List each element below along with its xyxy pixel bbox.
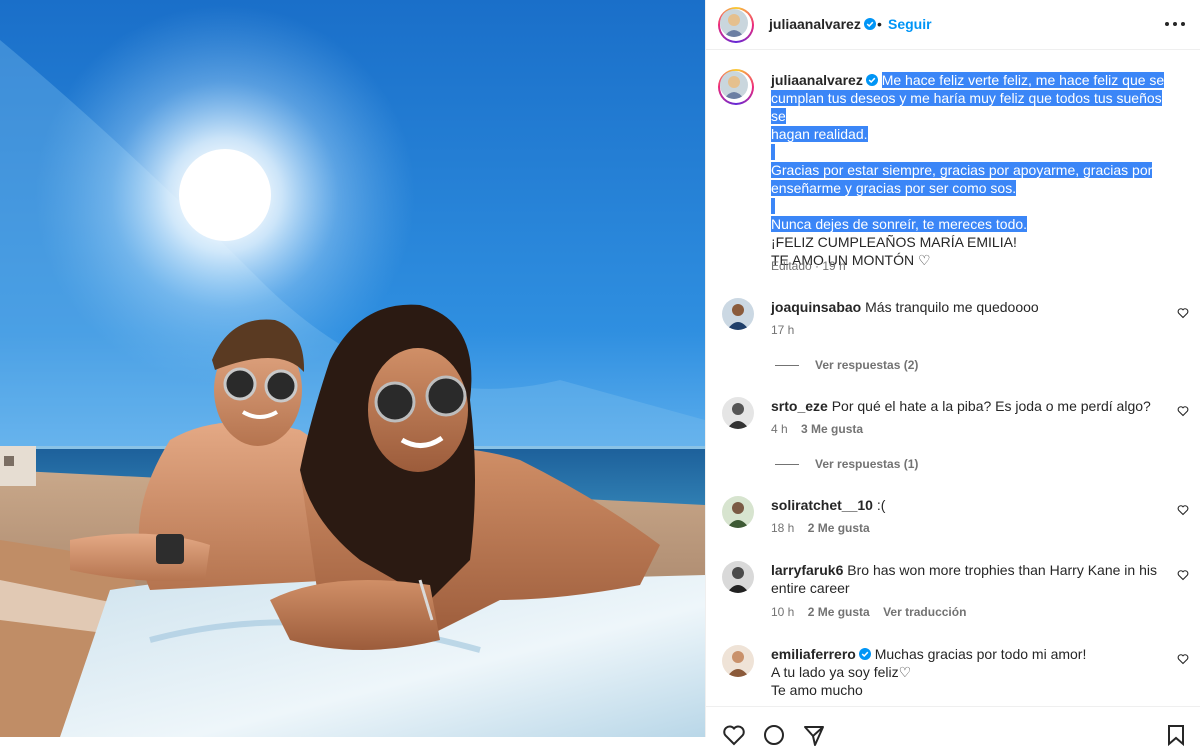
comment-text: Muchas gracias por todo mi amor! bbox=[874, 646, 1087, 662]
comment-time: 4 h bbox=[771, 422, 788, 436]
author-username[interactable]: juliaanalvarez bbox=[769, 16, 861, 32]
view-replies-label[interactable]: Ver respuestas (2) bbox=[815, 358, 918, 372]
commenter-username[interactable]: soliratchet__10 bbox=[771, 497, 873, 513]
caption-time: 19 h bbox=[822, 259, 846, 273]
commenter-avatar-image bbox=[722, 298, 754, 330]
edited-label: Editado bbox=[771, 259, 812, 273]
heart-icon[interactable] bbox=[1177, 307, 1189, 319]
commenter-username[interactable]: larryfaruk6 bbox=[771, 562, 843, 578]
commenter-avatar[interactable] bbox=[722, 298, 754, 330]
heart-icon[interactable] bbox=[1177, 653, 1189, 665]
commenter-username[interactable]: joaquinsabao bbox=[771, 299, 861, 315]
comment-meta: 18 h 2 Me gusta bbox=[771, 521, 880, 535]
commenter-avatar-image bbox=[722, 496, 754, 528]
caption-line: Me hace feliz verte feliz, me hace feliz… bbox=[881, 72, 1165, 88]
caption-blank-line bbox=[771, 144, 775, 160]
more-options-icon[interactable] bbox=[1164, 14, 1186, 34]
beach-couple-photo bbox=[0, 0, 705, 737]
comment-meta: 17 h bbox=[771, 323, 804, 337]
caption-avatar-image bbox=[720, 71, 748, 99]
commenter-username[interactable]: srto_eze bbox=[771, 398, 828, 414]
comment-body: srto_eze Por qué el hate a la piba? Es j… bbox=[771, 397, 1161, 415]
comment-text: :( bbox=[876, 497, 886, 513]
comment-likes[interactable]: 3 Me gusta bbox=[801, 422, 863, 436]
author-avatar[interactable] bbox=[718, 7, 754, 43]
commenter-avatar[interactable] bbox=[722, 561, 754, 593]
post-header: juliaanalvarez • Seguir bbox=[706, 0, 1200, 50]
caption-line: Gracias por estar siempre, gracias por a… bbox=[771, 162, 1153, 178]
commenter-avatar-image bbox=[722, 397, 754, 429]
commenter-avatar[interactable] bbox=[722, 645, 754, 677]
share-icon[interactable] bbox=[802, 723, 826, 747]
commenter-avatar[interactable] bbox=[722, 397, 754, 429]
bookmark-icon[interactable] bbox=[1164, 723, 1188, 747]
author-avatar-image bbox=[720, 9, 748, 37]
post-sidebar: juliaanalvarez • Seguir juliaanalvarez M… bbox=[705, 0, 1200, 747]
author-username-link[interactable]: juliaanalvarez bbox=[769, 16, 876, 32]
commenter-avatar-image bbox=[722, 645, 754, 677]
comment-meta: 10 h 2 Me gusta Ver traducción bbox=[771, 605, 976, 619]
comment-text: Más tranquilo me quedoooo bbox=[865, 299, 1039, 315]
comment-text: Por qué el hate a la piba? Es joda o me … bbox=[831, 398, 1151, 414]
commenter-avatar-image bbox=[722, 561, 754, 593]
caption-blank-line bbox=[771, 198, 775, 214]
follow-button[interactable]: Seguir bbox=[888, 16, 932, 32]
comment-text: Te amo mucho bbox=[771, 682, 863, 698]
comment-body: emiliaferrero Muchas gracias por todo mi… bbox=[771, 645, 1161, 699]
comment-text: A tu lado ya soy feliz♡ bbox=[771, 664, 912, 680]
heart-icon[interactable] bbox=[1177, 569, 1189, 581]
post-caption: juliaanalvarez Me hace feliz verte feliz… bbox=[771, 71, 1176, 269]
comment-body: soliratchet__10 :( bbox=[771, 496, 1161, 514]
verified-badge-icon bbox=[858, 648, 871, 660]
view-replies-button[interactable]: Ver respuestas (2) bbox=[775, 358, 918, 372]
heart-icon[interactable] bbox=[722, 723, 746, 747]
heart-icon[interactable] bbox=[1177, 405, 1189, 417]
comment-likes[interactable]: 2 Me gusta bbox=[808, 521, 870, 535]
post-photo[interactable] bbox=[0, 0, 705, 737]
verified-badge-icon bbox=[865, 74, 878, 86]
caption-username[interactable]: juliaanalvarez bbox=[771, 72, 863, 88]
commenter-avatar[interactable] bbox=[722, 496, 754, 528]
action-bar bbox=[706, 706, 1200, 747]
caption-line: Nunca dejes de sonreír, te mereces todo. bbox=[771, 216, 1028, 232]
comment-icon[interactable] bbox=[762, 723, 786, 747]
comment-likes[interactable]: 2 Me gusta bbox=[808, 605, 870, 619]
see-translation-link[interactable]: Ver traducción bbox=[883, 605, 966, 619]
caption-meta: Editado · 19 h bbox=[771, 259, 846, 273]
comment-time: 17 h bbox=[771, 323, 795, 337]
caption-line: enseñarme y gracias por ser como sos. bbox=[771, 180, 1017, 196]
view-replies-label[interactable]: Ver respuestas (1) bbox=[815, 457, 918, 471]
comment-time: 18 h bbox=[771, 521, 795, 535]
verified-badge-icon bbox=[863, 18, 876, 30]
comment-body: larryfaruk6 Bro has won more trophies th… bbox=[771, 561, 1161, 597]
caption-line: cumplan tus deseos y me haría muy feliz … bbox=[771, 90, 1162, 124]
view-replies-button[interactable]: Ver respuestas (1) bbox=[775, 457, 918, 471]
comment-body: joaquinsabao Más tranquilo me quedoooo bbox=[771, 298, 1161, 316]
caption-line: hagan realidad. bbox=[771, 126, 868, 142]
separator-dot: • bbox=[877, 16, 882, 32]
heart-icon[interactable] bbox=[1177, 504, 1189, 516]
commenter-username[interactable]: emiliaferrero bbox=[771, 646, 856, 662]
comment-time: 10 h bbox=[771, 605, 795, 619]
comment-meta: 4 h 3 Me gusta bbox=[771, 422, 873, 436]
caption-line: ¡FELIZ CUMPLEAÑOS MARÍA EMILIA! bbox=[771, 234, 1017, 250]
caption-author-avatar[interactable] bbox=[718, 69, 754, 105]
